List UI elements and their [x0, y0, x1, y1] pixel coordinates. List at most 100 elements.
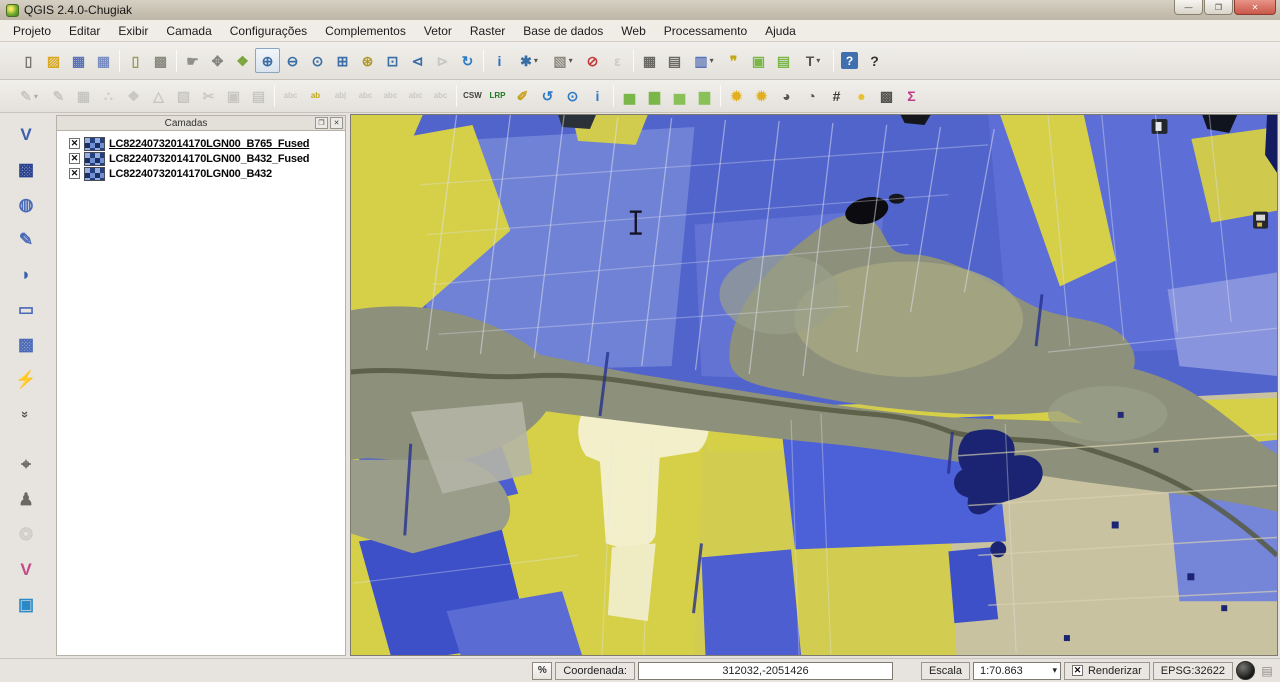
node-tool-button[interactable]: △ [146, 84, 171, 109]
label-toolbar-button-2[interactable]: ab [303, 84, 328, 109]
message-log-button[interactable]: ▤ [1258, 662, 1276, 680]
label-toolbar-button-6[interactable]: abc [403, 84, 428, 109]
label-toolbar-button-3[interactable]: ab| [328, 84, 353, 109]
raster-plugin-button-2[interactable]: ✹ [749, 84, 774, 109]
label-toolbar-button-7[interactable]: abc [428, 84, 453, 109]
zoom-to-layer-button[interactable]: ⊡ [380, 48, 405, 73]
save-project-as-button[interactable]: ▦ [91, 48, 116, 73]
add-vector-layer-button[interactable]: V [11, 119, 41, 149]
delete-selected-button[interactable]: ▧ [171, 84, 196, 109]
menu-raster[interactable]: Raster [461, 21, 514, 41]
toolbar-overflow-button[interactable]: » [11, 399, 41, 429]
measure-button[interactable]: ▥ [687, 48, 721, 73]
dxf2shp-plugin-button[interactable]: V [11, 554, 41, 584]
zonal-statistics-button[interactable]: Σ [899, 84, 924, 109]
openlayers-plugin-button[interactable]: ▣ [11, 589, 41, 619]
zoom-full-button[interactable]: ⊞ [330, 48, 355, 73]
current-edits-button[interactable]: ✎ [12, 84, 46, 109]
zoom-native-button[interactable]: ⊙ [305, 48, 330, 73]
label-toolbar-button-5[interactable]: abc [378, 84, 403, 109]
zoom-to-selection-button[interactable]: ⊛ [355, 48, 380, 73]
minimize-button[interactable]: — [1174, 0, 1203, 15]
crs-status-button[interactable] [1236, 661, 1255, 680]
heatmap-plugin-button[interactable]: ● [849, 84, 874, 109]
info-plugin-button[interactable]: i [585, 84, 610, 109]
menu-base-de-dados[interactable]: Base de dados [514, 21, 612, 41]
copy-features-button[interactable]: ▣ [221, 84, 246, 109]
render-checkbox[interactable]: ✕ [1072, 665, 1083, 676]
new-composer-button[interactable]: ▯ [123, 48, 148, 73]
add-oracle-layer-button[interactable]: ◗ [11, 259, 41, 289]
field-calculator-button[interactable]: ▤ [662, 48, 687, 73]
add-wcs-layer-button[interactable]: ▩ [11, 329, 41, 359]
profile-tool-button-2[interactable]: ▆ [642, 84, 667, 109]
pan-to-selection-button[interactable]: ❖ [230, 48, 255, 73]
map-tips-button[interactable]: ❞ [721, 48, 746, 73]
layers-panel-header[interactable]: Camadas ❐ ✕ [56, 115, 346, 131]
save-project-button[interactable]: ▦ [66, 48, 91, 73]
menu-ajuda[interactable]: Ajuda [756, 21, 805, 41]
open-project-button[interactable]: ▨ [41, 48, 66, 73]
menu-camada[interactable]: Camada [157, 21, 220, 41]
plugin-anchor-button[interactable]: ⌖ [11, 449, 41, 479]
coordinate-input[interactable]: 312032,-2051426 [638, 662, 893, 680]
menu-processamento[interactable]: Processamento [655, 21, 756, 41]
layer-visibility-checkbox[interactable]: ✕ [69, 168, 80, 179]
deselect-features-button[interactable]: ⊘ [580, 48, 605, 73]
profile-tool-button-4[interactable]: ▆ [692, 84, 717, 109]
label-toolbar-button-1[interactable]: abc [278, 84, 303, 109]
touch-zoom-pan-button[interactable]: ☛ [180, 48, 205, 73]
show-bookmarks-button[interactable]: ▤ [771, 48, 796, 73]
text-annotation-button[interactable]: T [796, 48, 830, 73]
menu-editar[interactable]: Editar [60, 21, 109, 41]
add-wfs-layer-button[interactable]: ⚡ [11, 364, 41, 394]
raster-plugin-button-1[interactable]: ✹ [724, 84, 749, 109]
dock-close-icon[interactable]: ✕ [330, 117, 343, 129]
menu-exibir[interactable]: Exibir [109, 21, 157, 41]
add-spatialite-layer-button[interactable]: ✎ [11, 224, 41, 254]
toggle-editing-button[interactable]: ✎ [46, 84, 71, 109]
composer-manager-button[interactable]: ▩ [148, 48, 173, 73]
layer-visibility-checkbox[interactable]: ✕ [69, 153, 80, 164]
grid-plugin-button[interactable]: # [824, 84, 849, 109]
layer-row-b432-fused[interactable]: ✕ LC82240732014170LGN00_B432_Fused [59, 151, 343, 166]
zoom-out-button[interactable]: ⊖ [280, 48, 305, 73]
identify-features-button[interactable]: i [487, 48, 512, 73]
profile-tool-button-3[interactable]: ▅ [667, 84, 692, 109]
run-feature-action-button[interactable]: ✱ [512, 48, 546, 73]
menu-web[interactable]: Web [612, 21, 654, 41]
move-feature-button[interactable]: ❖ [121, 84, 146, 109]
close-button[interactable]: ✕ [1234, 0, 1276, 15]
undo-plugin-button[interactable]: ↺ [535, 84, 560, 109]
zoom-in-button[interactable]: ⊕ [255, 48, 280, 73]
layer-row-b765-fused[interactable]: ✕ LC82240732014170LGN00_B765_Fused [59, 136, 343, 151]
menu-complementos[interactable]: Complementos [316, 21, 415, 41]
add-postgis-layer-button[interactable]: ◍ [11, 189, 41, 219]
metasearch-csw-button[interactable]: CSW [460, 84, 485, 109]
menu-projeto[interactable]: Projeto [4, 21, 60, 41]
restore-button[interactable]: ❐ [1204, 0, 1233, 15]
add-wms-layer-button[interactable]: ▭ [11, 294, 41, 324]
layer-visibility-checkbox[interactable]: ✕ [69, 138, 80, 149]
chevron-down-icon[interactable]: ▾ [1052, 665, 1057, 676]
georeferencer-button-2[interactable]: ◔ [799, 84, 824, 109]
cut-features-button[interactable]: ✂ [196, 84, 221, 109]
dock-float-icon[interactable]: ❐ [315, 117, 328, 129]
coordinate-capture-button[interactable]: ♟ [11, 484, 41, 514]
zoom-next-button[interactable]: ⊳ [430, 48, 455, 73]
profile-tool-button-1[interactable]: ▅ [617, 84, 642, 109]
menu-vetor[interactable]: Vetor [415, 21, 461, 41]
new-project-button[interactable]: ▯ [16, 48, 41, 73]
add-feature-button[interactable]: ∴ [96, 84, 121, 109]
help-button[interactable]: ? [837, 48, 862, 73]
plugin-disabled-button[interactable]: ❂ [11, 519, 41, 549]
zoom-last-button[interactable]: ⊲ [405, 48, 430, 73]
menu-configuracoes[interactable]: Configurações [221, 21, 316, 41]
zoom-plugin-button[interactable]: ⊙ [560, 84, 585, 109]
scale-combobox[interactable]: 1:70.863 ▾ [973, 662, 1061, 680]
raster-image-button[interactable]: ▩ [874, 84, 899, 109]
add-raster-layer-button[interactable]: ▩ [11, 154, 41, 184]
whats-this-button[interactable]: ? [862, 48, 887, 73]
refresh-map-button[interactable]: ↻ [455, 48, 480, 73]
map-canvas[interactable] [350, 114, 1278, 656]
